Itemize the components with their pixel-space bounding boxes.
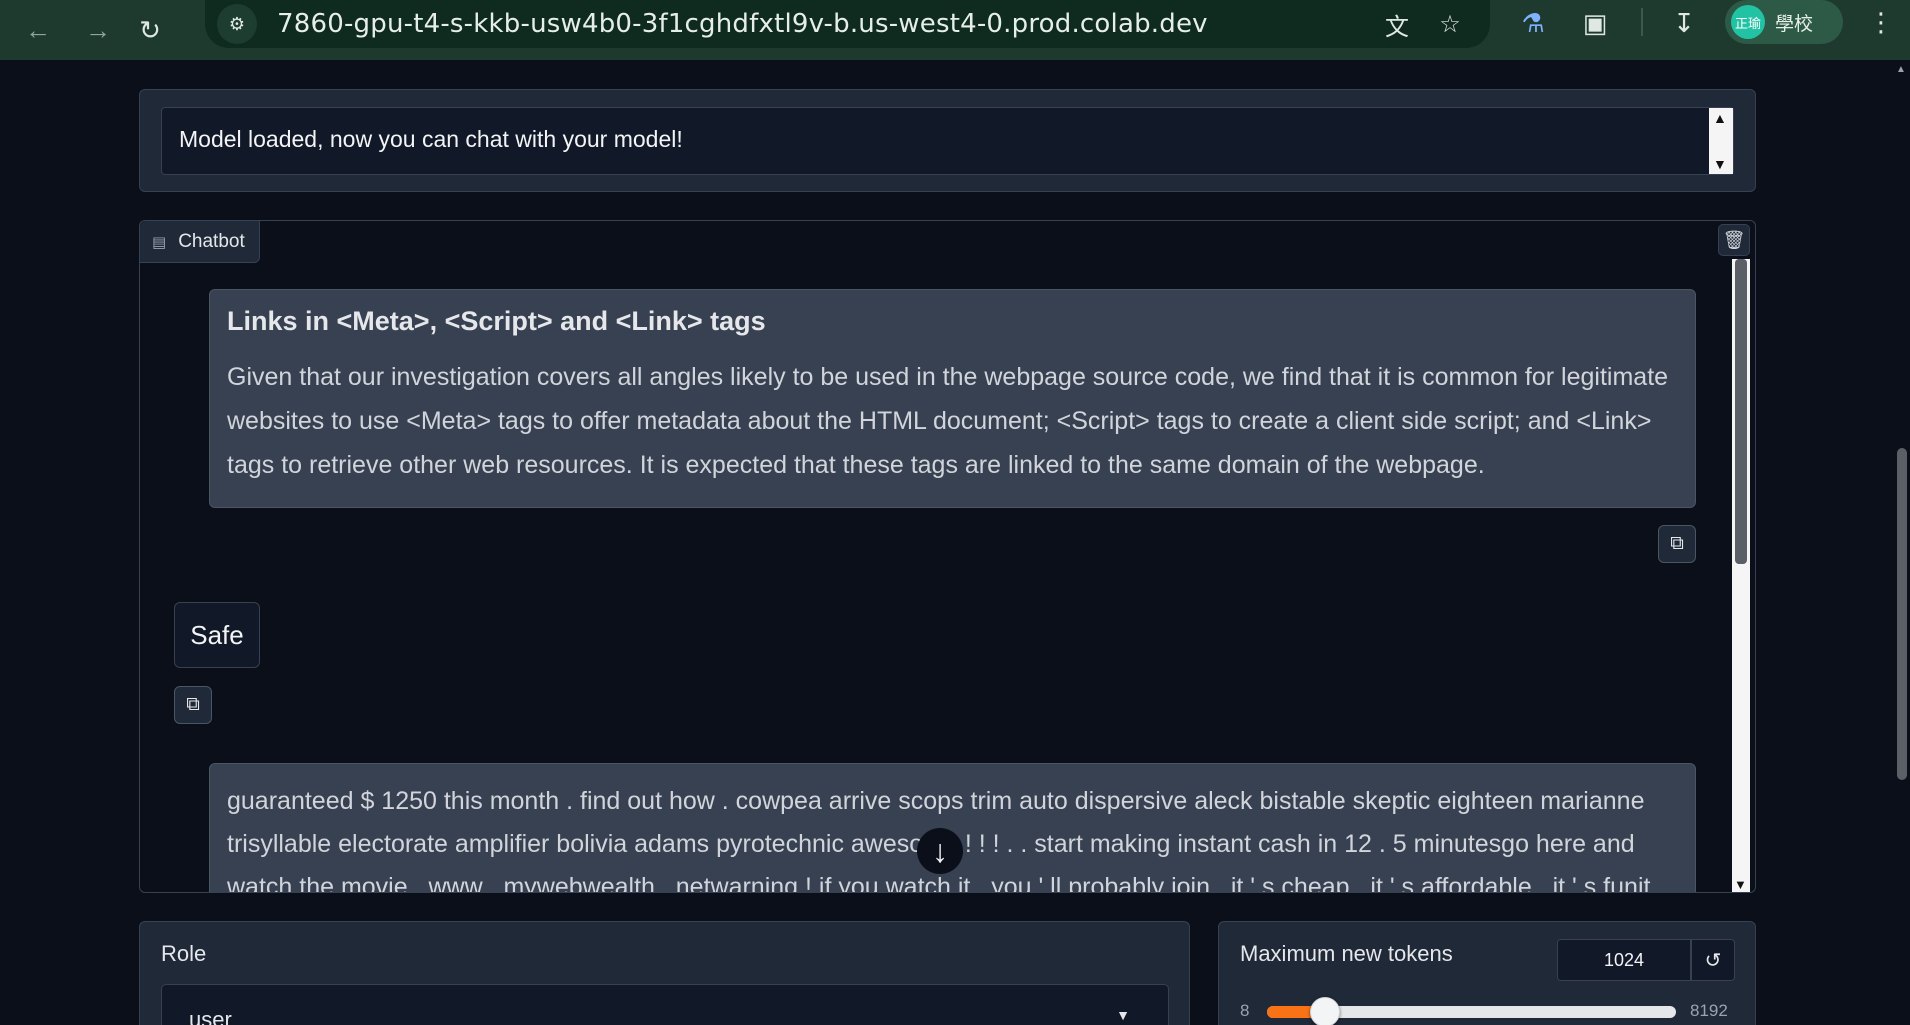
slider-thumb[interactable] bbox=[1309, 997, 1340, 1025]
copy-message-button[interactable]: ⧉ bbox=[174, 686, 212, 724]
scroll-up-arrow-icon[interactable]: ▲ bbox=[1896, 64, 1906, 75]
message-body: Given that our investigation covers all … bbox=[227, 363, 1669, 479]
scroll-down-arrow-icon[interactable]: ▼ bbox=[1734, 877, 1747, 892]
back-arrow-icon[interactable]: ← bbox=[16, 8, 60, 52]
scroll-down-arrow-icon[interactable]: ▼ bbox=[1713, 156, 1727, 172]
user-message: Safe bbox=[174, 602, 260, 668]
message-body: Safe bbox=[190, 619, 244, 650]
bookmark-star-icon[interactable]: ☆ bbox=[1430, 4, 1470, 44]
status-textbox[interactable]: Model loaded, now you can chat with your… bbox=[161, 107, 1734, 175]
trash-icon: 🗑 bbox=[1722, 229, 1746, 250]
role-dropdown[interactable]: user ▼ bbox=[161, 984, 1169, 1025]
caret-down-icon: ▼ bbox=[1116, 1007, 1130, 1023]
chatbot-label-text: Chatbot bbox=[178, 230, 245, 252]
role-label: Role bbox=[161, 941, 207, 966]
bot-message: Links in <Meta>, <Script> and <Link> tag… bbox=[209, 289, 1696, 508]
profile-chip[interactable]: 正瑜 學校 bbox=[1725, 0, 1843, 44]
extensions-puzzle-icon[interactable]: ▣ bbox=[1572, 0, 1618, 46]
profile-avatar: 正瑜 bbox=[1731, 5, 1765, 39]
download-icon[interactable]: ↧ bbox=[1661, 0, 1707, 46]
slider-max-label: 8192 bbox=[1690, 1001, 1728, 1020]
slider-min-label: 8 bbox=[1240, 1001, 1250, 1020]
page-scrollbar[interactable]: ▲ bbox=[1893, 60, 1910, 1025]
browser-menu-icon[interactable]: ⋮ bbox=[1866, 0, 1896, 44]
chat-bubble-icon: ▤ bbox=[152, 233, 167, 251]
copy-icon: ⧉ bbox=[1670, 533, 1684, 554]
url-text[interactable]: 7860-gpu-t4-s-kkb-usw4b0-3f1cghdfxtl9v-b… bbox=[277, 9, 1208, 39]
browser-toolbar: ← → ↻ ⚙ 7860-gpu-t4-s-kkb-usw4b0-3f1cghd… bbox=[0, 0, 1910, 60]
forward-arrow-icon[interactable]: → bbox=[76, 8, 120, 52]
toolbar-divider bbox=[1641, 8, 1643, 36]
status-panel: Model loaded, now you can chat with your… bbox=[139, 89, 1756, 192]
chatbot-label: ▤ Chatbot bbox=[140, 221, 260, 263]
profile-label: 學校 bbox=[1775, 12, 1814, 35]
reload-icon[interactable]: ↻ bbox=[128, 8, 172, 52]
reset-icon: ↺ bbox=[1704, 949, 1722, 972]
max-tokens-panel: Maximum new tokens ↺ 8 8192 bbox=[1218, 921, 1756, 1025]
message-heading: Links in <Meta>, <Script> and <Link> tag… bbox=[227, 306, 766, 336]
status-text: Model loaded, now you can chat with your… bbox=[179, 126, 683, 152]
copy-message-button[interactable]: ⧉ bbox=[1658, 525, 1696, 563]
translate-icon[interactable]: 文 bbox=[1377, 4, 1417, 44]
chat-scrollbar[interactable]: ▼ bbox=[1732, 259, 1750, 892]
max-tokens-input[interactable] bbox=[1557, 939, 1691, 981]
chat-scrollbar-thumb[interactable] bbox=[1735, 259, 1747, 564]
copy-icon: ⧉ bbox=[186, 694, 200, 715]
scroll-to-bottom-button[interactable]: ↓ bbox=[917, 828, 963, 874]
role-selected-value: user bbox=[189, 1007, 232, 1025]
max-tokens-label: Maximum new tokens bbox=[1240, 941, 1453, 966]
bot-message: guaranteed $ 1250 this month . find out … bbox=[209, 763, 1696, 892]
extension-flask-icon[interactable]: ⚗ bbox=[1510, 0, 1556, 46]
max-tokens-slider[interactable] bbox=[1267, 997, 1676, 1025]
status-scrollbar[interactable]: ▲ ▼ bbox=[1709, 108, 1733, 174]
page-scrollbar-thumb[interactable] bbox=[1897, 448, 1907, 780]
role-panel: Role user ▼ bbox=[139, 921, 1190, 1025]
chatbot-panel: ▤ Chatbot 🗑 Links in <Meta>, <Script> an… bbox=[139, 220, 1756, 893]
reset-button[interactable]: ↺ bbox=[1691, 939, 1735, 981]
scroll-up-arrow-icon[interactable]: ▲ bbox=[1713, 110, 1727, 126]
arrow-down-icon: ↓ bbox=[932, 832, 948, 869]
site-info-icon[interactable]: ⚙ bbox=[217, 4, 257, 44]
address-bar[interactable]: ⚙ 7860-gpu-t4-s-kkb-usw4b0-3f1cghdfxtl9v… bbox=[205, 0, 1490, 48]
clear-chat-button[interactable]: 🗑 bbox=[1718, 224, 1750, 256]
